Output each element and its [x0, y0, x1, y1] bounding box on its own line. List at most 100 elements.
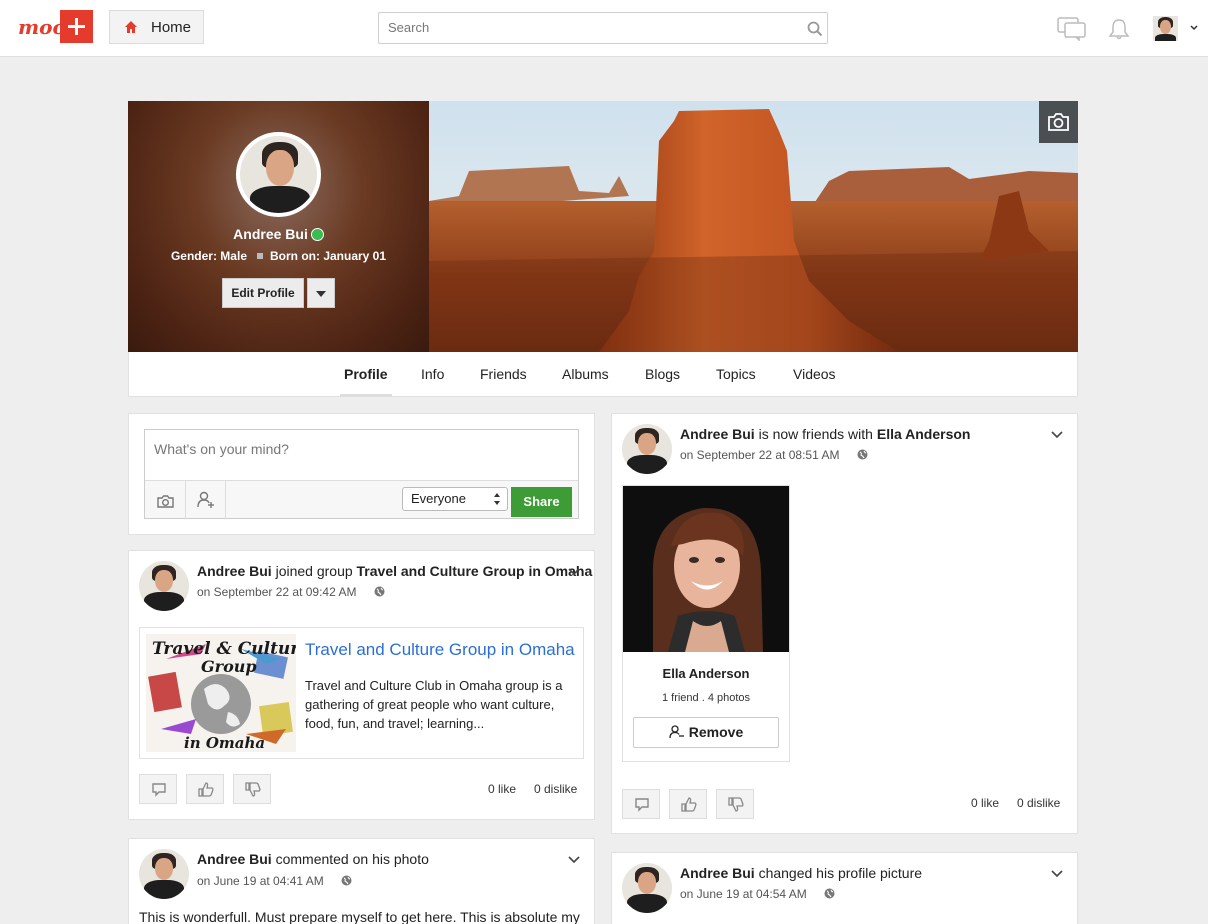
dislike-button[interactable] [233, 774, 271, 804]
comment-button[interactable] [622, 789, 660, 819]
post-time: on June 19 at 04:54 AM [680, 887, 835, 901]
post-avatar[interactable] [139, 561, 189, 611]
post-avatar[interactable] [139, 849, 189, 899]
group-preview[interactable]: Travel & Culture Group in Omaha Travel a… [139, 627, 584, 759]
share-button[interactable]: Share [511, 487, 572, 517]
post-target-link[interactable]: Travel and Culture Group in Omaha [357, 563, 593, 579]
post-body-text: This is wonderfull. Must prepare myself … [139, 909, 580, 924]
svg-text:in Omaha: in Omaha [184, 734, 265, 752]
post-actor-link[interactable]: Andree Bui [680, 426, 755, 442]
post-target-link[interactable]: Ella Anderson [877, 426, 971, 442]
dislike-count[interactable]: 0 dislike [1017, 796, 1060, 810]
tab-topics[interactable]: Topics [716, 366, 756, 382]
top-bar: moo Home [0, 0, 1208, 57]
tab-profile[interactable]: Profile [344, 366, 388, 382]
comment-icon [635, 798, 649, 812]
comment-icon [152, 783, 166, 797]
home-button[interactable]: Home [109, 10, 204, 44]
post-timestamp: on September 22 at 09:42 AM [197, 585, 357, 599]
like-count[interactable]: 0 like [488, 782, 516, 796]
camera-icon [1048, 113, 1069, 131]
chevron-down-icon[interactable] [568, 565, 580, 577]
friend-meta: 1 friend . 4 photos [661, 692, 751, 704]
status-composer: What's on your mind? Everyone Share [128, 413, 595, 535]
attach-photo-button[interactable] [145, 481, 186, 519]
thumbs-up-icon [198, 782, 214, 797]
tab-friends[interactable]: Friends [480, 366, 527, 382]
bell-icon[interactable] [1107, 17, 1131, 41]
camera-icon [157, 495, 174, 508]
post-time: on September 22 at 08:51 AM [680, 448, 868, 462]
post-actor-link[interactable]: Andree Bui [680, 865, 755, 881]
post-actor-link[interactable]: Andree Bui [197, 563, 272, 579]
dislike-count[interactable]: 0 dislike [534, 782, 577, 796]
chevron-down-icon[interactable] [568, 853, 580, 865]
status-input[interactable]: What's on your mind? [154, 441, 289, 457]
cover-photo [429, 101, 1078, 352]
comment-button[interactable] [139, 774, 177, 804]
post-avatar[interactable] [622, 863, 672, 913]
travel-group-image: Travel & Culture Group in Omaha [146, 634, 296, 752]
chevron-down-icon[interactable] [1051, 867, 1063, 879]
friend-portrait-image [623, 486, 789, 652]
globe-icon [857, 449, 868, 460]
profile-tabs: Profile Info Friends Albums Blogs Topics… [128, 352, 1078, 397]
tag-friend-button[interactable] [186, 481, 226, 519]
thumbs-down-icon [245, 782, 261, 797]
privacy-select-value: Everyone [411, 491, 466, 506]
remove-friend-button[interactable]: Remove [633, 717, 779, 748]
post-timestamp: on September 22 at 08:51 AM [680, 448, 840, 462]
svg-text:Travel & Culture: Travel & Culture [152, 639, 296, 659]
active-tab-indicator [340, 394, 392, 397]
activity-post-friends: Andree Bui is now friends with Ella Ande… [611, 413, 1078, 834]
tab-blogs[interactable]: Blogs [645, 366, 680, 382]
post-timestamp: on June 19 at 04:54 AM [680, 887, 807, 901]
canyon-landscape-image [429, 101, 1078, 352]
chevron-down-icon[interactable] [1189, 22, 1199, 32]
remove-friend-label: Remove [688, 724, 744, 740]
meta-separator [257, 253, 263, 259]
caret-down-icon [316, 291, 326, 297]
profile-meta: Gender: Male Born on: January 01 [128, 249, 429, 263]
tab-videos[interactable]: Videos [793, 366, 836, 382]
remove-user-icon [669, 725, 684, 739]
profile-photo[interactable] [236, 132, 321, 217]
post-headline: Andree Bui is now friends with Ella Ande… [680, 426, 970, 442]
search-icon[interactable] [807, 21, 823, 37]
privacy-select[interactable]: Everyone [402, 487, 508, 511]
post-headline: Andree Bui commented on his photo [197, 851, 429, 867]
profile-options-button[interactable] [307, 278, 335, 308]
activity-post-comment: Andree Bui commented on his photo on Jun… [128, 838, 595, 924]
post-actor-link[interactable]: Andree Bui [197, 851, 272, 867]
post-headline: Andree Bui changed his profile picture [680, 865, 922, 881]
tab-info[interactable]: Info [421, 366, 444, 382]
like-count[interactable]: 0 like [971, 796, 999, 810]
group-image[interactable]: Travel & Culture Group in Omaha [146, 634, 296, 752]
activity-post-group-join: Andree Bui joined group Travel and Cultu… [128, 550, 595, 820]
like-button[interactable] [186, 774, 224, 804]
post-avatar[interactable] [622, 424, 672, 474]
logo-text[interactable]: moo [18, 15, 66, 39]
tab-albums[interactable]: Albums [562, 366, 609, 382]
change-cover-button[interactable] [1039, 101, 1078, 143]
group-title-link[interactable]: Travel and Culture Group in Omaha [305, 640, 575, 660]
logo-plus-icon[interactable] [60, 10, 93, 43]
search-input[interactable] [388, 20, 788, 35]
post-verb: commented on his photo [275, 851, 429, 867]
dislike-button[interactable] [716, 789, 754, 819]
user-avatar[interactable] [1153, 16, 1178, 41]
profile-cover: Andree Bui Gender: Male Born on: January … [128, 101, 1078, 352]
search-box[interactable] [378, 12, 828, 44]
globe-icon [341, 875, 352, 886]
composer-box: What's on your mind? Everyone Share [144, 429, 579, 519]
activity-post-profile-picture: Andree Bui changed his profile picture o… [611, 852, 1078, 924]
friend-name-link[interactable]: Ella Anderson [623, 666, 789, 681]
chat-icon[interactable] [1057, 17, 1087, 41]
friend-card: Ella Anderson 1 friend . 4 photos Remove [622, 485, 790, 762]
select-arrows-icon [494, 493, 500, 505]
chevron-down-icon[interactable] [1051, 428, 1063, 440]
edit-profile-button[interactable]: Edit Profile [222, 278, 304, 308]
like-button[interactable] [669, 789, 707, 819]
svg-text:Group: Group [201, 657, 257, 676]
friend-photo[interactable] [623, 486, 789, 652]
